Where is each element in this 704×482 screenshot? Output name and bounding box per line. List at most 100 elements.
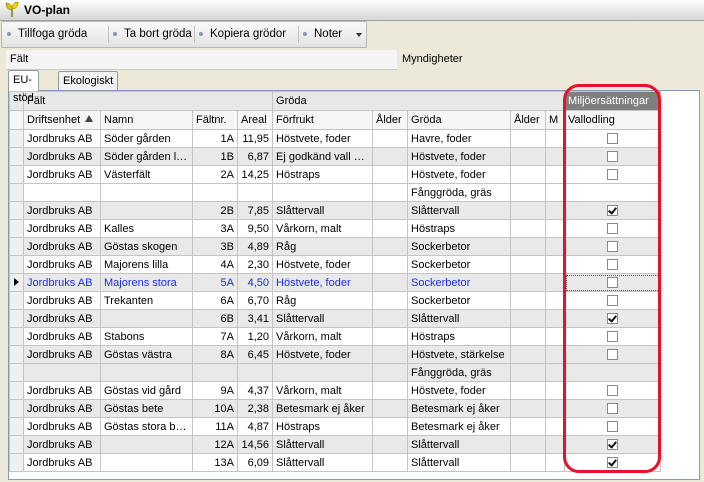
- cell-driftsenhet[interactable]: Jordbruks AB: [23, 399, 101, 418]
- cell-forfrukt[interactable]: Betesmark ej åker: [272, 399, 374, 418]
- cell-namn[interactable]: [100, 453, 193, 472]
- cell-m[interactable]: [545, 417, 566, 436]
- chevron-down-icon[interactable]: [356, 33, 362, 37]
- cell-groda[interactable]: Sockerbetor: [407, 273, 512, 292]
- row-selector[interactable]: [9, 381, 24, 400]
- cell-forfrukt[interactable]: [272, 363, 374, 382]
- cell-alder1[interactable]: [372, 237, 409, 256]
- table-row[interactable]: Jordbruks AB Kalles 3A 9,50 Vårkorn, malt Hös…: [9, 219, 662, 238]
- cell-namn[interactable]: Kalles: [100, 219, 193, 238]
- table-row[interactable]: Jordbruks AB Göstas vid gård 9A 4,37 Vårkorn…: [9, 381, 662, 400]
- cell-namn[interactable]: [100, 435, 193, 454]
- cell-groda[interactable]: Slåttervall: [407, 435, 512, 454]
- cell-driftsenhet[interactable]: Jordbruks AB: [23, 147, 101, 166]
- table-row[interactable]: Jordbruks AB 13A 6,09 Slåttervall Slåtterval…: [9, 453, 662, 472]
- row-selector[interactable]: [9, 147, 24, 166]
- col-namn[interactable]: Namn: [100, 110, 193, 130]
- table-row[interactable]: Jordbruks AB Trekanten 6A 6,70 Råg Sockerbeto…: [9, 291, 662, 310]
- cell-groda[interactable]: Havre, foder: [407, 129, 512, 148]
- vallodling-checkbox[interactable]: [607, 223, 619, 235]
- cell-forfrukt[interactable]: Höstvete, foder: [272, 273, 374, 292]
- vallodling-checkbox[interactable]: [607, 295, 619, 307]
- cell-alder2[interactable]: [510, 345, 547, 364]
- col-driftsenhet[interactable]: Driftsenhet: [23, 110, 101, 130]
- cell-faltnr[interactable]: 1A: [192, 129, 238, 148]
- row-selector[interactable]: [9, 273, 24, 292]
- cell-alder2[interactable]: [510, 165, 547, 184]
- cell-m[interactable]: [545, 453, 566, 472]
- row-selector[interactable]: [9, 309, 24, 328]
- cell-areal[interactable]: 14,56: [236, 435, 274, 454]
- cell-areal[interactable]: 14,25: [236, 165, 274, 184]
- cell-m[interactable]: [545, 291, 566, 310]
- cell-namn[interactable]: Stabons: [100, 327, 193, 346]
- cell-m[interactable]: [545, 237, 566, 256]
- table-row[interactable]: Jordbruks AB Göstas bete 10A 2,38 Betesmark …: [9, 399, 662, 418]
- cell-driftsenhet[interactable]: Jordbruks AB: [23, 309, 101, 328]
- cell-forfrukt[interactable]: Ej godkänd vall åker: [272, 147, 374, 166]
- cell-groda[interactable]: Sockerbetor: [407, 291, 512, 310]
- vallodling-checkbox[interactable]: [607, 439, 619, 451]
- cell-forfrukt[interactable]: Höstraps: [272, 165, 374, 184]
- cell-alder1[interactable]: [372, 165, 409, 184]
- cell-faltnr[interactable]: [192, 183, 238, 202]
- cell-areal[interactable]: 2,30: [236, 255, 274, 274]
- row-selector[interactable]: [9, 399, 24, 418]
- cell-driftsenhet[interactable]: Jordbruks AB: [23, 129, 101, 148]
- cell-areal[interactable]: 4,37: [236, 381, 274, 400]
- vallodling-checkbox[interactable]: [607, 403, 619, 415]
- cell-driftsenhet[interactable]: Jordbruks AB: [23, 417, 101, 436]
- cell-alder2[interactable]: [510, 417, 547, 436]
- cell-faltnr[interactable]: 6B: [192, 309, 238, 328]
- cell-forfrukt[interactable]: Höstraps: [272, 417, 374, 436]
- cell-areal[interactable]: 3,41: [236, 309, 274, 328]
- cell-driftsenhet[interactable]: Jordbruks AB: [23, 237, 101, 256]
- row-selector[interactable]: [9, 255, 24, 274]
- cell-driftsenhet[interactable]: Jordbruks AB: [23, 381, 101, 400]
- vallodling-checkbox[interactable]: [607, 133, 619, 145]
- col-faltnr[interactable]: Fältnr.: [192, 110, 238, 130]
- cell-namn[interactable]: [100, 363, 193, 382]
- cell-alder1[interactable]: [372, 417, 409, 436]
- cell-alder2[interactable]: [510, 453, 547, 472]
- cell-driftsenhet[interactable]: [23, 183, 101, 202]
- tab-ekologiskt[interactable]: Ekologiskt: [58, 71, 119, 90]
- cell-forfrukt[interactable]: Höstvete, foder: [272, 129, 374, 148]
- cell-alder2[interactable]: [510, 147, 547, 166]
- cell-m[interactable]: [545, 273, 566, 292]
- row-selector[interactable]: [9, 165, 24, 184]
- cell-faltnr[interactable]: 7A: [192, 327, 238, 346]
- cell-namn[interactable]: Trekanten: [100, 291, 193, 310]
- tab-eu-stod[interactable]: EU-stöd: [8, 70, 39, 104]
- cell-alder1[interactable]: [372, 327, 409, 346]
- cell-driftsenhet[interactable]: Jordbruks AB: [23, 201, 101, 220]
- cell-alder2[interactable]: [510, 255, 547, 274]
- cell-forfrukt[interactable]: Slåttervall: [272, 201, 374, 220]
- cell-alder1[interactable]: [372, 363, 409, 382]
- table-row[interactable]: Jordbruks AB Majorens stora 5A 4,50 Höstvete…: [9, 273, 662, 292]
- table-row[interactable]: Jordbruks AB Stabons 7A 1,20 Vårkorn, malt Hö…: [9, 327, 662, 346]
- cell-alder2[interactable]: [510, 273, 547, 292]
- cell-namn[interactable]: Majorens lilla: [100, 255, 193, 274]
- cell-faltnr[interactable]: 5A: [192, 273, 238, 292]
- cell-groda[interactable]: Fånggröda, gräs: [407, 183, 512, 202]
- cell-faltnr[interactable]: 6A: [192, 291, 238, 310]
- col-groda[interactable]: Gröda: [407, 110, 512, 130]
- table-row[interactable]: Jordbruks AB 12A 14,56 Slåttervall Slåtterva…: [9, 435, 662, 454]
- cell-m[interactable]: [545, 147, 566, 166]
- cell-groda[interactable]: Fånggröda, gräs: [407, 363, 512, 382]
- cell-alder2[interactable]: [510, 399, 547, 418]
- cell-groda[interactable]: Höstvete, foder: [407, 147, 512, 166]
- cell-m[interactable]: [545, 129, 566, 148]
- col-areal[interactable]: Areal: [236, 110, 274, 130]
- cell-m[interactable]: [545, 165, 566, 184]
- cell-alder1[interactable]: [372, 291, 409, 310]
- cell-faltnr[interactable]: 12A: [192, 435, 238, 454]
- cell-areal[interactable]: 4,87: [236, 417, 274, 436]
- cell-faltnr[interactable]: [192, 363, 238, 382]
- cell-m[interactable]: [545, 183, 566, 202]
- vallodling-checkbox[interactable]: [607, 151, 619, 163]
- cell-namn[interactable]: Göstas bete: [100, 399, 193, 418]
- cell-areal[interactable]: 4,89: [236, 237, 274, 256]
- row-selector[interactable]: [9, 345, 24, 364]
